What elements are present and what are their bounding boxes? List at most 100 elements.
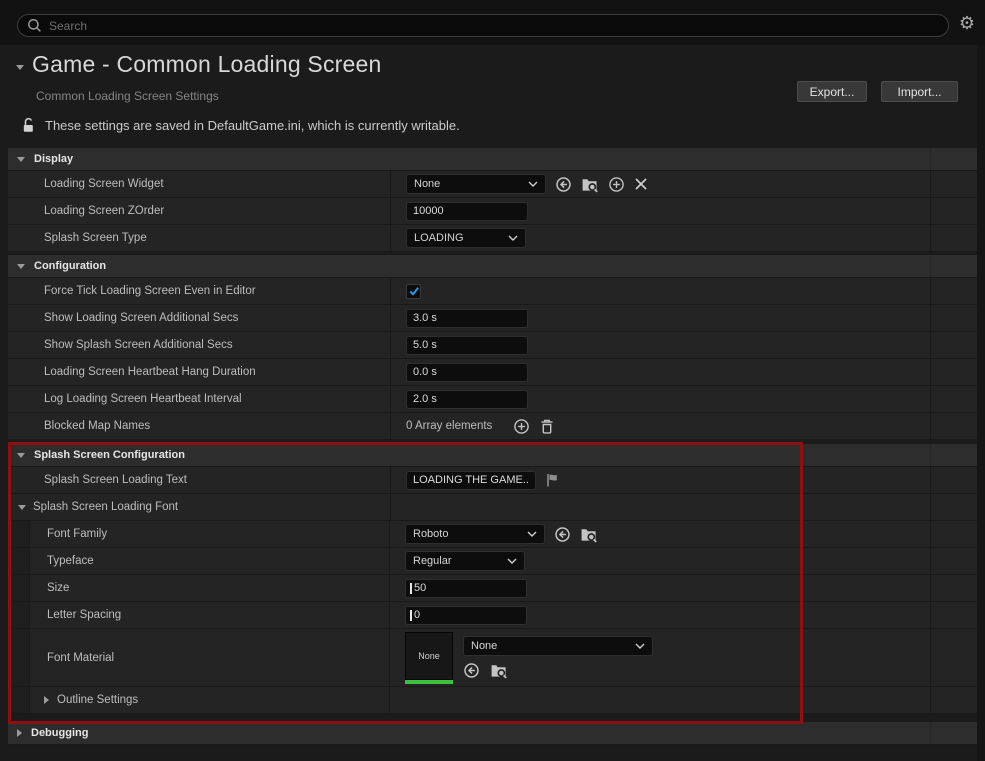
search-input[interactable] — [49, 19, 939, 33]
array-elements-count: 0 Array elements — [406, 420, 492, 432]
size-input[interactable] — [406, 580, 526, 597]
section-reset-column — [930, 148, 977, 170]
row-font-family: Font Family Roboto — [8, 521, 977, 548]
zorder-field — [406, 202, 528, 221]
reset-cell — [930, 413, 977, 439]
show-splash-secs-input[interactable] — [407, 337, 527, 354]
section-header-debugging[interactable]: Debugging — [8, 722, 977, 745]
search-icon — [27, 18, 42, 33]
search-bar[interactable] — [17, 14, 949, 37]
localization-flag-icon[interactable] — [545, 472, 560, 488]
row-label: Size — [47, 582, 69, 594]
section-title: Debugging — [31, 727, 88, 739]
section-header-splash-screen-configuration[interactable]: Splash Screen Configuration — [8, 444, 977, 467]
row-splash-loading-text: Splash Screen Loading Text — [8, 467, 977, 494]
splash-screen-type-dropdown[interactable]: LOADING — [406, 228, 526, 248]
caret-down-icon[interactable] — [18, 505, 26, 510]
export-button[interactable]: Export... — [797, 81, 867, 102]
reset-cell — [930, 548, 977, 574]
chevron-down-icon — [528, 181, 538, 187]
force-tick-checkbox[interactable] — [406, 284, 421, 299]
section-header-display[interactable]: Display — [8, 148, 977, 171]
heartbeat-hang-field — [406, 363, 528, 382]
heartbeat-interval-input[interactable] — [407, 391, 527, 408]
material-thumbnail[interactable]: None — [405, 632, 453, 684]
row-label: Letter Spacing — [47, 609, 121, 621]
chevron-down-icon — [527, 531, 537, 537]
add-array-element-icon[interactable] — [513, 418, 530, 435]
section-reset-column — [930, 255, 977, 277]
show-loading-secs-input[interactable] — [407, 310, 527, 327]
import-button[interactable]: Import... — [881, 81, 958, 102]
settings-window: ⚙ Game - Common Loading Screen Common Lo… — [0, 0, 985, 761]
indent-cell — [8, 687, 30, 713]
reset-cell — [930, 687, 977, 713]
reset-cell — [930, 521, 977, 547]
font-family-dropdown[interactable]: Roboto — [405, 524, 545, 544]
row-show-loading-secs: Show Loading Screen Additional Secs — [8, 305, 977, 332]
section-reset-column — [930, 722, 977, 744]
reset-cell — [930, 386, 977, 412]
unlock-icon — [22, 117, 35, 133]
row-size: Size — [8, 575, 977, 602]
section-header-configuration[interactable]: Configuration — [8, 255, 977, 278]
row-label: Log Loading Screen Heartbeat Interval — [44, 393, 242, 405]
browse-to-asset-icon[interactable] — [490, 662, 508, 679]
row-letter-spacing: Letter Spacing — [8, 602, 977, 629]
browse-to-asset-icon[interactable] — [580, 526, 598, 543]
row-typeface: Typeface Regular — [8, 548, 977, 575]
check-icon — [408, 285, 420, 297]
row-force-tick: Force Tick Loading Screen Even in Editor — [8, 278, 977, 305]
caret-right-icon[interactable] — [44, 696, 49, 704]
section-title: Display — [34, 153, 73, 165]
gear-icon[interactable]: ⚙ — [959, 13, 975, 33]
caret-down-icon — [17, 453, 25, 458]
font-material-dropdown[interactable]: None — [463, 636, 653, 656]
row-loading-screen-widget: Loading Screen Widget None — [8, 171, 977, 198]
heartbeat-hang-input[interactable] — [407, 364, 527, 381]
row-label: Outline Settings — [57, 694, 138, 706]
browse-to-asset-icon[interactable] — [581, 176, 599, 193]
top-bar: ⚙ — [0, 0, 985, 45]
config-file-notice: These settings are saved in DefaultGame.… — [22, 117, 460, 133]
heartbeat-interval-field — [406, 390, 528, 409]
clear-asset-icon[interactable] — [634, 177, 648, 191]
row-label: Typeface — [47, 555, 94, 567]
title-caret-icon[interactable] — [16, 65, 24, 70]
zorder-input[interactable] — [407, 203, 527, 220]
row-label: Splash Screen Loading Text — [44, 474, 187, 486]
row-label: Font Family — [47, 528, 107, 540]
letter-spacing-input[interactable] — [406, 607, 526, 624]
splash-loading-text-field — [406, 471, 536, 490]
page-title: Game - Common Loading Screen — [32, 51, 382, 78]
dropdown-value: LOADING — [414, 232, 508, 244]
caret-down-icon — [17, 264, 25, 269]
use-selected-asset-icon[interactable] — [463, 662, 480, 679]
use-selected-asset-icon[interactable] — [554, 526, 571, 543]
caret-down-icon — [17, 157, 25, 162]
splash-loading-text-input[interactable] — [407, 472, 535, 489]
use-selected-asset-icon[interactable] — [555, 176, 572, 193]
delete-array-icon[interactable] — [539, 418, 555, 435]
indent-cell — [8, 548, 30, 574]
reset-cell — [930, 332, 977, 358]
right-gutter — [977, 45, 985, 761]
dropdown-value: Regular — [413, 555, 507, 567]
chevron-down-icon — [508, 235, 518, 241]
row-label: Show Splash Screen Additional Secs — [44, 339, 233, 351]
reset-cell — [930, 602, 977, 628]
row-label: Blocked Map Names — [44, 420, 150, 432]
add-asset-icon[interactable] — [608, 176, 625, 193]
settings-table: Display Loading Screen Widget None — [8, 148, 977, 745]
reset-cell — [930, 225, 977, 251]
row-font-material: Font Material None None — [8, 629, 977, 687]
section-reset-column — [930, 444, 977, 466]
loading-screen-widget-dropdown[interactable]: None — [406, 174, 546, 194]
reset-cell — [930, 467, 977, 493]
row-label: Splash Screen Type — [44, 232, 147, 244]
reset-cell — [930, 359, 977, 385]
row-blocked-map-names: Blocked Map Names 0 Array elements — [8, 413, 977, 440]
section-title: Splash Screen Configuration — [34, 449, 185, 461]
row-splash-screen-type: Splash Screen Type LOADING — [8, 225, 977, 252]
typeface-dropdown[interactable]: Regular — [405, 551, 525, 571]
